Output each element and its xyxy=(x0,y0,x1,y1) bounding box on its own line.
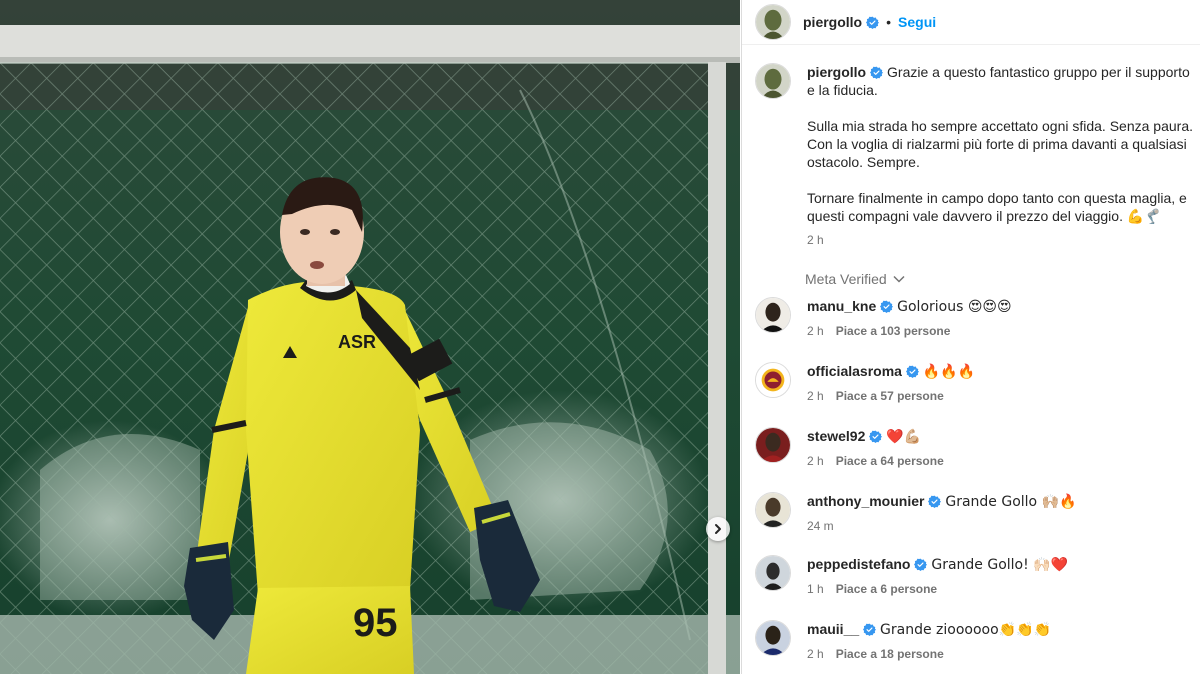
comment-text: Golorious 😍😍😍 xyxy=(897,299,1012,315)
avatar[interactable] xyxy=(755,620,791,656)
caption-username[interactable]: piergollo xyxy=(807,64,866,80)
comment-likes[interactable]: Piace a 6 persone xyxy=(836,580,937,598)
caption-timestamp[interactable]: 2 h xyxy=(807,231,1195,249)
jersey-crest: ASR xyxy=(338,332,376,352)
comment-username[interactable]: mauii__ xyxy=(807,621,859,637)
avatar[interactable] xyxy=(755,297,791,333)
avatar[interactable] xyxy=(755,362,791,398)
post-media[interactable]: ASR 95 xyxy=(0,0,740,674)
comment-text: Grande Gollo 🙌🏼🔥 xyxy=(945,494,1077,510)
comment-item: mauii__ Grande zioooooo👏👏👏 2 h Piace a 1… xyxy=(755,620,1195,663)
comment-item: stewel92 ❤️💪🏼 2 h Piace a 64 persone xyxy=(755,427,1195,470)
avatar[interactable] xyxy=(755,427,791,463)
comment-time[interactable]: 2 h xyxy=(807,645,824,663)
verified-badge-icon xyxy=(869,430,883,443)
comment-time[interactable]: 1 h xyxy=(807,580,824,598)
verified-badge-icon xyxy=(880,300,894,313)
verified-badge-icon xyxy=(866,16,880,29)
chevron-down-icon xyxy=(893,275,905,283)
comment-time[interactable]: 2 h xyxy=(807,452,824,470)
comment-text: ❤️💪🏼 xyxy=(886,429,922,445)
post-photo: ASR 95 xyxy=(0,0,740,674)
comment-item: peppedistefano Grande Gollo! 🙌🏻❤️ 1 h Pi… xyxy=(755,555,1195,598)
comment-time[interactable]: 24 m xyxy=(807,517,834,535)
carousel-next-button[interactable] xyxy=(706,517,730,541)
comment-text: Grande zioooooo👏👏👏 xyxy=(880,622,1051,638)
comments-scroll-area[interactable]: piergollo Grazie a questo fantastico gru… xyxy=(742,46,1200,674)
meta-verified-label: Meta Verified xyxy=(805,271,887,287)
jersey-number: 95 xyxy=(353,601,398,645)
comment-item: anthony_mounier Grande Gollo 🙌🏼🔥 24 m xyxy=(755,492,1195,535)
follow-button[interactable]: Segui xyxy=(898,14,936,30)
post-side-panel: piergollo • Segui piergollo Grazie a que… xyxy=(741,0,1200,674)
verified-badge-icon xyxy=(905,365,919,378)
separator-dot: • xyxy=(886,14,892,30)
comment-username[interactable]: manu_kne xyxy=(807,298,876,314)
caption-paragraph-3: Tornare finalmente in campo dopo tanto c… xyxy=(807,190,1187,224)
avatar[interactable] xyxy=(755,63,791,99)
verified-badge-icon xyxy=(863,623,877,636)
verified-badge-icon xyxy=(914,558,928,571)
verified-badge-icon xyxy=(928,495,942,508)
avatar[interactable] xyxy=(755,4,791,40)
comment-item: officialasroma 🔥🔥🔥 2 h Piace a 57 person… xyxy=(755,362,1195,405)
comment-time[interactable]: 2 h xyxy=(807,387,824,405)
verified-badge-icon xyxy=(870,66,884,79)
avatar[interactable] xyxy=(755,492,791,528)
comment-username[interactable]: anthony_mounier xyxy=(807,493,924,509)
comment-item: manu_kne Golorious 😍😍😍 2 h Piace a 103 p… xyxy=(755,297,1195,340)
comment-username[interactable]: peppedistefano xyxy=(807,556,910,572)
caption-paragraph-2: Sulla mia strada ho sempre accettato ogn… xyxy=(807,118,1193,170)
comment-username[interactable]: stewel92 xyxy=(807,428,865,444)
comment-time[interactable]: 2 h xyxy=(807,322,824,340)
avatar[interactable] xyxy=(755,555,791,591)
chevron-right-icon xyxy=(715,524,721,534)
meta-verified-toggle[interactable]: Meta Verified xyxy=(805,271,905,287)
comment-likes[interactable]: Piace a 103 persone xyxy=(836,322,951,340)
comment-likes[interactable]: Piace a 57 persone xyxy=(836,387,944,405)
author-username[interactable]: piergollo xyxy=(803,14,862,30)
comment-likes[interactable]: Piace a 64 persone xyxy=(836,452,944,470)
post-header: piergollo • Segui xyxy=(742,0,1200,45)
post-caption: piergollo Grazie a questo fantastico gru… xyxy=(755,63,1195,249)
comment-likes[interactable]: Piace a 18 persone xyxy=(836,645,944,663)
comment-text: 🔥🔥🔥 xyxy=(922,364,976,380)
comment-username[interactable]: officialasroma xyxy=(807,363,902,379)
comment-text: Grande Gollo! 🙌🏻❤️ xyxy=(931,557,1069,573)
